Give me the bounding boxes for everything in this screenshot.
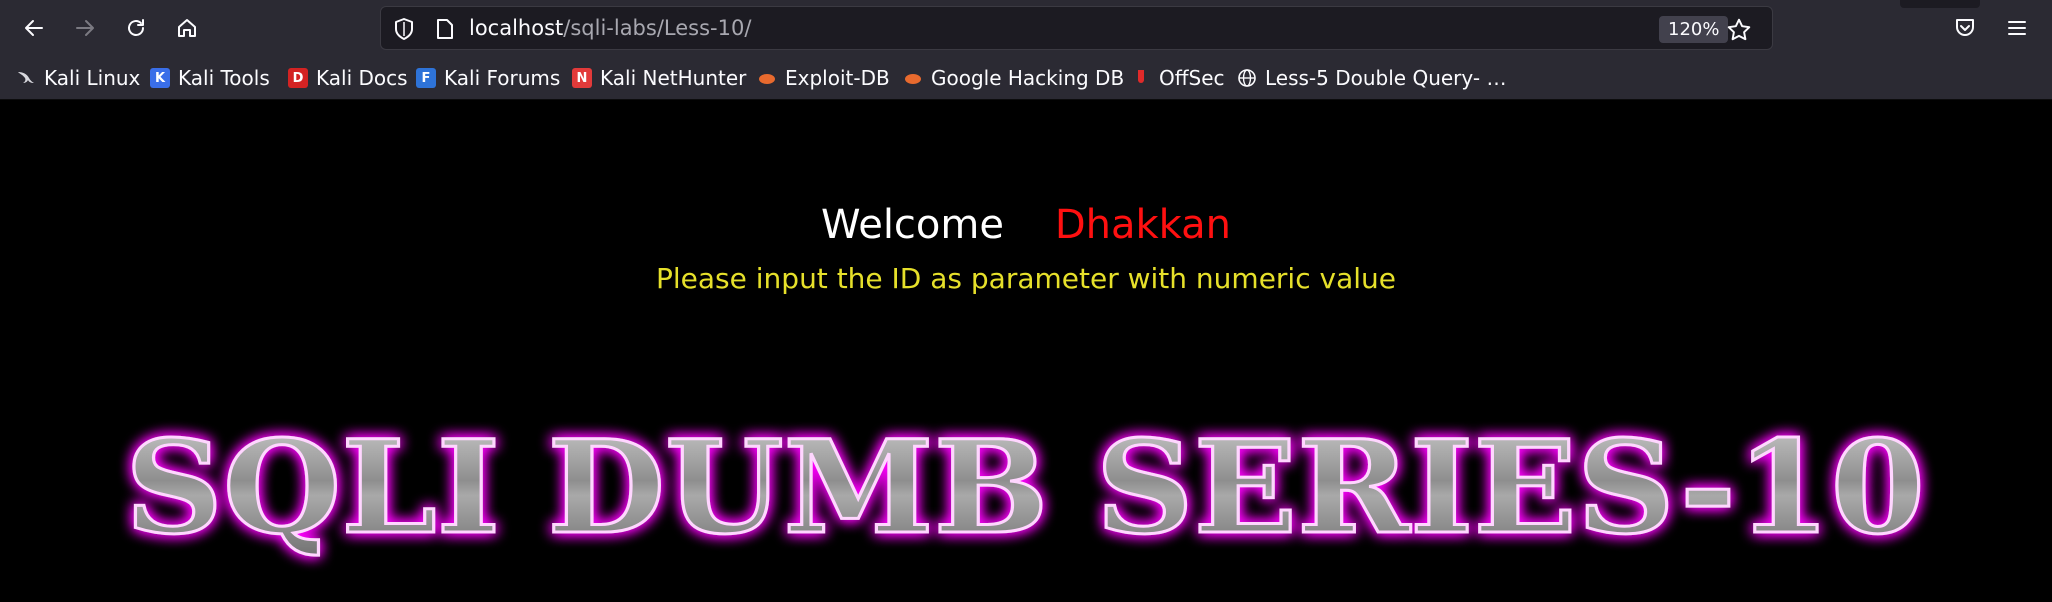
url-text[interactable]: localhost/sqli-labs/Less-10/: [469, 7, 751, 49]
address-bar[interactable]: localhost/sqli-labs/Less-10/ 120%: [380, 6, 1773, 50]
kali-tools-icon: K: [150, 68, 170, 88]
welcome-text: Welcome: [821, 202, 1004, 248]
home-icon: [178, 19, 196, 37]
kali-docs-icon: D: [288, 68, 308, 88]
kali-dragon-icon: [16, 68, 36, 88]
exploit-db-icon: [757, 68, 777, 88]
bookmark-google-hacking-db[interactable]: Google Hacking DB: [903, 56, 1124, 100]
globe-icon: [1237, 68, 1257, 88]
bookmarks-bar: Kali Linux K Kali Tools D Kali Docs F Ka…: [0, 56, 2052, 100]
pocket-icon[interactable]: [1953, 16, 1977, 44]
username-text: Dhakkan: [1054, 202, 1231, 248]
reload-icon: [128, 19, 144, 36]
arrow-left-icon: [25, 20, 43, 36]
bookmark-label: Less-5 Double Query- …: [1265, 66, 1507, 90]
arrow-right-icon: [76, 20, 94, 36]
bookmark-label: OffSec: [1159, 66, 1225, 90]
instruction-text: Please input the ID as parameter with nu…: [656, 262, 1396, 295]
bookmark-label: Kali Tools: [178, 66, 270, 90]
bookmark-kali-docs[interactable]: D Kali Docs: [288, 56, 408, 100]
menu-tooltip: [1900, 0, 1980, 8]
shield-icon[interactable]: [393, 17, 415, 45]
hamburger-menu-icon[interactable]: [2005, 16, 2029, 44]
url-path: /sqli-labs/Less-10/: [563, 16, 752, 40]
page-info-icon[interactable]: [435, 18, 455, 44]
bookmark-kali-tools[interactable]: K Kali Tools: [150, 56, 270, 100]
url-host: localhost: [469, 16, 564, 40]
back-button[interactable]: [16, 10, 52, 46]
ghdb-icon: [903, 68, 923, 88]
nethunter-icon: N: [572, 68, 592, 88]
bookmark-exploit-db[interactable]: Exploit-DB: [757, 56, 890, 100]
bookmark-label: Exploit-DB: [785, 66, 890, 90]
zoom-level-badge[interactable]: 120%: [1659, 16, 1729, 43]
bookmark-label: Kali Linux: [44, 66, 141, 90]
bookmark-label: Kali Forums: [444, 66, 561, 90]
kali-forums-icon: F: [416, 68, 436, 88]
offsec-icon: [1131, 68, 1151, 88]
bookmark-kali-nethunter[interactable]: N Kali NetHunter: [572, 56, 746, 100]
series-banner-image: SQLI DUMB SERIES-10: [110, 400, 1940, 580]
forward-button[interactable]: [67, 10, 103, 46]
welcome-line: Welcome Dhakkan: [0, 202, 2052, 248]
bookmark-kali-forums[interactable]: F Kali Forums: [416, 56, 560, 100]
banner-text: SQLI DUMB SERIES-10: [125, 413, 1925, 563]
bookmark-label: Kali NetHunter: [600, 66, 747, 90]
bookmark-offsec[interactable]: OffSec: [1131, 56, 1225, 100]
home-button[interactable]: [169, 10, 205, 46]
bookmark-star-icon[interactable]: [1726, 17, 1752, 47]
bookmark-less-5[interactable]: Less-5 Double Query- …: [1237, 56, 1506, 100]
bookmark-label: Kali Docs: [316, 66, 408, 90]
bookmark-kali-linux[interactable]: Kali Linux: [16, 56, 140, 100]
bookmark-label: Google Hacking DB: [931, 66, 1125, 90]
reload-button[interactable]: [118, 10, 154, 46]
browser-toolbar: localhost/sqli-labs/Less-10/ 120%: [0, 0, 2052, 56]
